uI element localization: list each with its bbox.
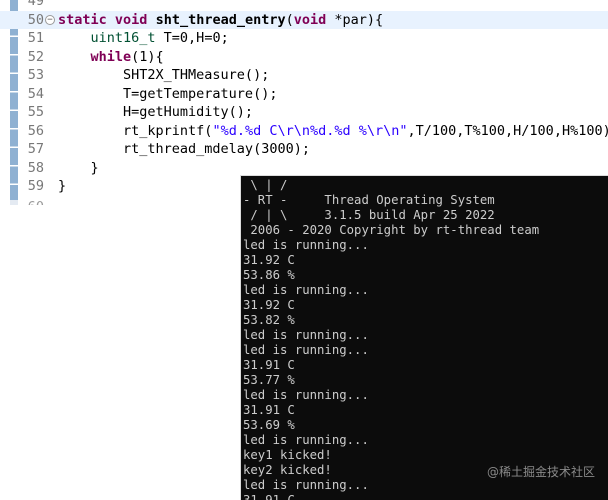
code-text: rt_kprintf("%d.%d C\r\n%d.%d %\r\n",T/10… [58, 122, 608, 139]
code-text: uint16_t T=0,H=0; [90, 30, 229, 46]
code-text: } [58, 178, 67, 194]
line-number: 49 [27, 0, 44, 9]
line-number: 53 [27, 67, 44, 83]
code-text: SHT2X_THMeasure(); [58, 67, 270, 83]
line-number-60: 60 [20, 198, 44, 205]
fold-toggle-icon[interactable]: − [45, 14, 55, 25]
code-line[interactable]: 50− static void sht_thread_entry(void *pa… [0, 10, 608, 29]
serial-console[interactable]: \ | / - RT - Thread Operating System / |… [240, 175, 608, 500]
line-number: 57 [27, 141, 44, 157]
line-number: 52 [27, 48, 44, 65]
change-ruler [10, 0, 18, 200]
code-text: T=getTemperature(); [58, 85, 278, 102]
code-text: while(1){ [90, 48, 164, 65]
code-text: rt_thread_mdelay(3000); [58, 141, 310, 157]
line-number: 58 [27, 159, 44, 176]
line-number: 50 [27, 11, 44, 28]
line-number: 59 [27, 178, 44, 194]
code-text: } [58, 159, 99, 176]
line-number: 56 [27, 122, 44, 139]
console-output: \ | / - RT - Thread Operating System / |… [243, 178, 540, 500]
line-number: 51 [27, 30, 44, 46]
line-number: 55 [27, 104, 44, 120]
code-text: static void sht_thread_entry(void *par){ [58, 11, 384, 28]
watermark: @稀土掘金技术社区 [486, 465, 595, 479]
line-number: 54 [27, 85, 44, 102]
code-text: H=getHumidity(); [58, 104, 254, 120]
